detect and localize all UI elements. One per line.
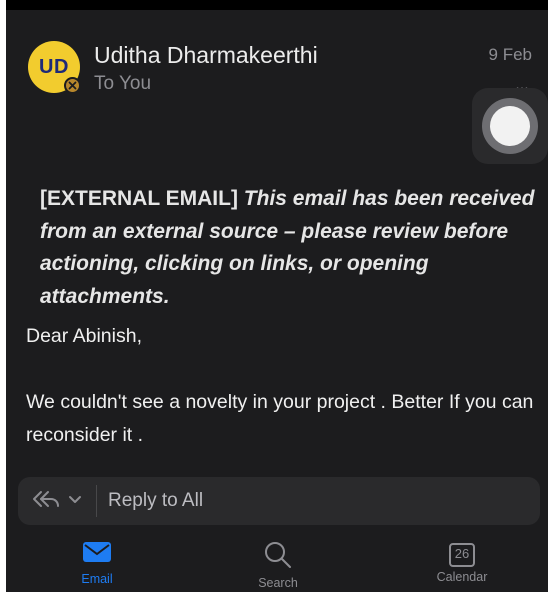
status-bar [6,0,548,10]
tab-search[interactable]: Search [218,540,338,590]
calendar-day: 26 [454,546,470,561]
reply-bar[interactable]: Reply to All [18,477,540,525]
assistive-touch-button[interactable] [472,88,548,164]
recipient-line[interactable]: To You [94,73,151,95]
assistive-touch-icon [490,106,530,146]
tab-calendar[interactable]: 26 Calendar [402,540,522,584]
tab-search-label: Search [258,576,298,590]
bottom-tab-bar: Email Search 26 Calendar [6,532,548,592]
avatar-initials: UD [39,55,69,78]
tab-calendar-label: Calendar [436,570,488,584]
tab-email[interactable]: Email [37,540,157,586]
search-icon [263,542,293,572]
envelope-icon [82,542,112,568]
reply-to-all-label[interactable]: Reply to All [97,490,203,512]
email-greeting: Dear Abinish, [26,325,142,347]
warning-tag: [EXTERNAL EMAIL] [40,187,238,210]
tab-email-label: Email [81,572,113,586]
email-screen: UD Uditha Dharmakeerthi To You 9 Feb … [… [6,0,548,592]
reply-all-icon[interactable] [32,489,60,514]
external-badge-icon [64,77,81,94]
chevron-down-icon[interactable] [68,492,82,510]
external-email-warning: [EXTERNAL EMAIL] This email has been rec… [40,183,548,313]
reply-options[interactable] [18,489,96,514]
calendar-icon: 26 [449,543,475,567]
assistive-touch-ring [482,98,538,154]
email-body: We couldn't see a novelty in your projec… [26,391,534,446]
sender-name[interactable]: Uditha Dharmakeerthi [94,42,318,69]
message-date: 9 Feb [488,45,532,64]
